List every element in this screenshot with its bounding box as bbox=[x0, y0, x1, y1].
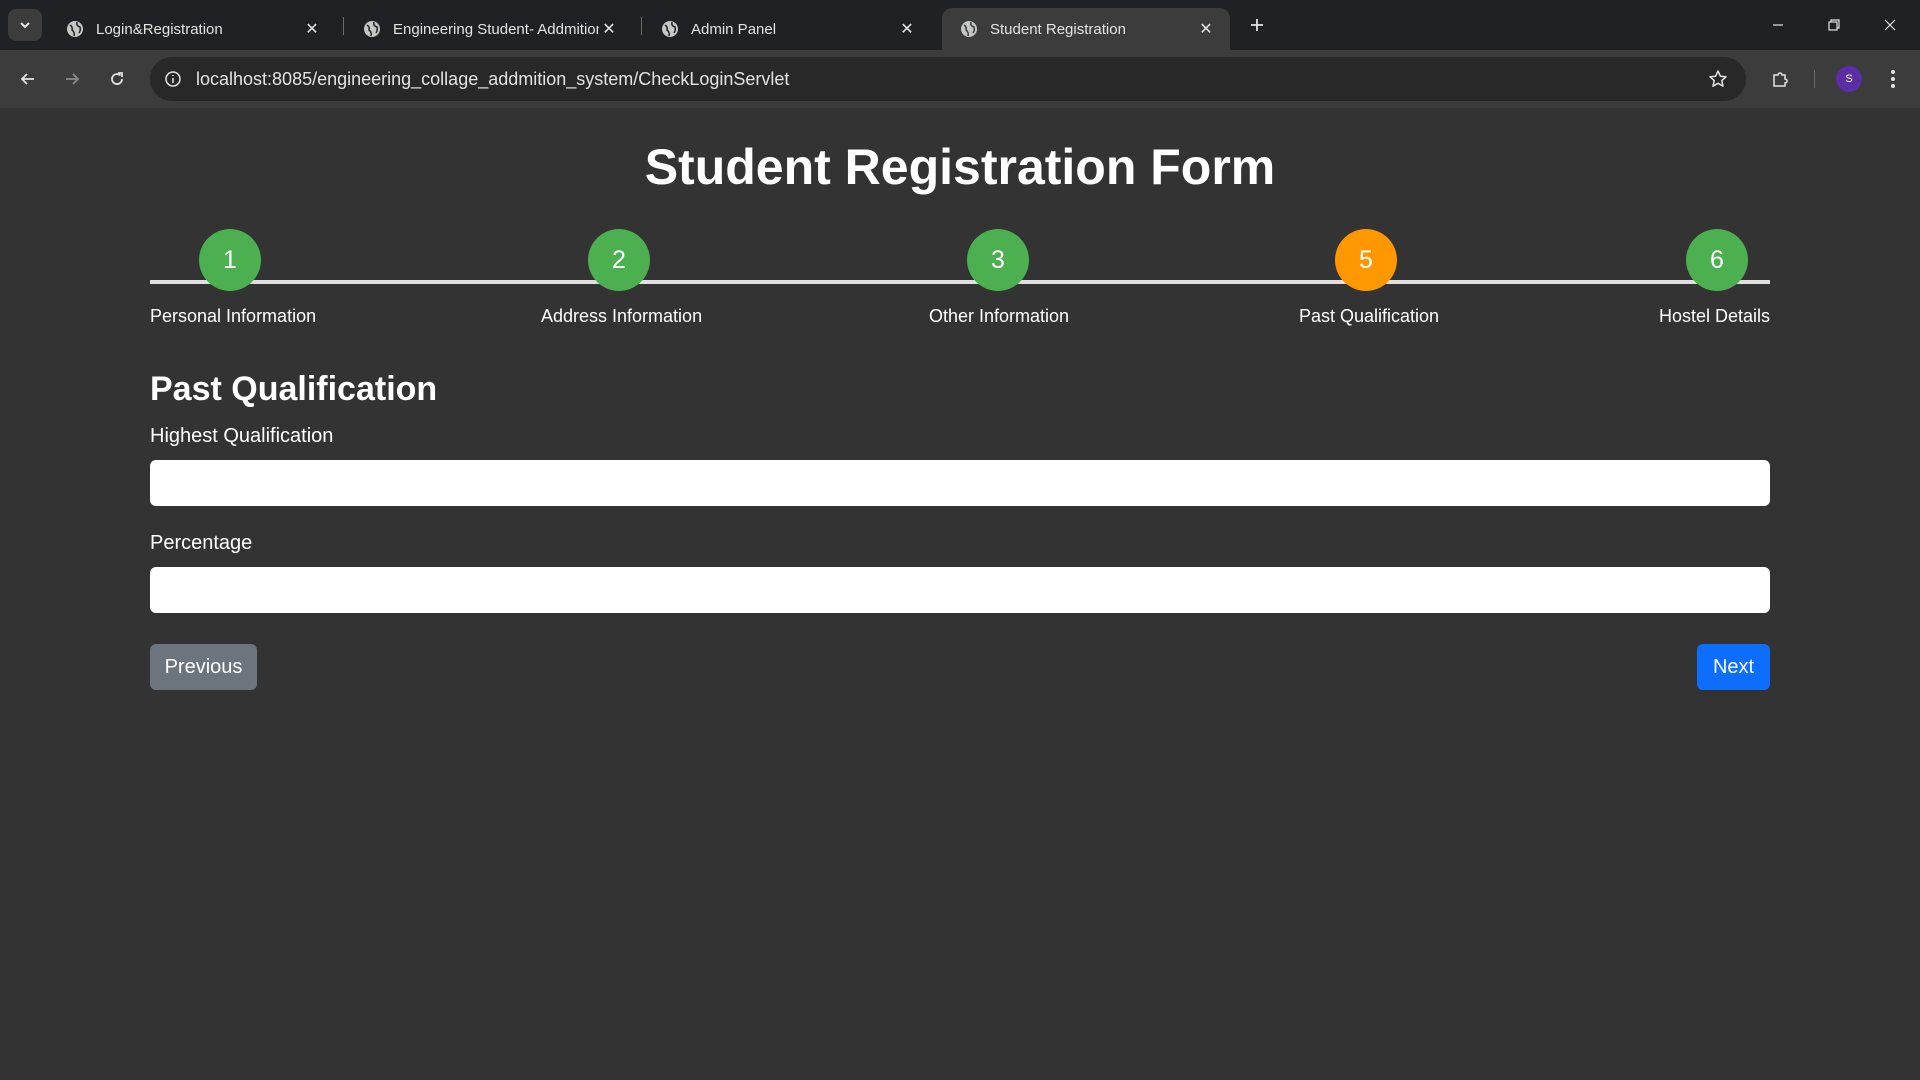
reload-button[interactable] bbox=[101, 63, 133, 95]
tab-title: Student Registration bbox=[990, 20, 1126, 38]
step-circle-hostel-details: 6 bbox=[1686, 229, 1748, 291]
step-number: 6 bbox=[1710, 245, 1724, 274]
next-button[interactable]: Next bbox=[1697, 644, 1770, 690]
step-number: 5 bbox=[1359, 245, 1373, 274]
tab-title: Login&Registration bbox=[96, 20, 223, 38]
tab-title: Engineering Student- Addmition bbox=[393, 20, 599, 38]
tab-divider bbox=[343, 17, 344, 35]
highest-qualification-input[interactable] bbox=[150, 460, 1770, 506]
globe-icon bbox=[961, 21, 977, 37]
highest-qualification-label: Highest Qualification bbox=[150, 425, 334, 447]
extensions-button[interactable] bbox=[1764, 63, 1796, 95]
globe-icon bbox=[662, 21, 678, 37]
progress-track bbox=[150, 280, 1770, 284]
page-title: Student Registration Form bbox=[644, 139, 1276, 195]
globe-icon bbox=[67, 21, 83, 37]
tab-divider bbox=[641, 17, 642, 35]
close-icon[interactable]: ✕ bbox=[599, 19, 619, 39]
step-label-hostel-details: Hostel Details bbox=[1658, 306, 1770, 326]
step-circle-other-information: 3 bbox=[967, 229, 1029, 291]
step-number: 2 bbox=[612, 245, 626, 274]
tab-engineering-student[interactable]: Engineering Student- Addmition ✕ bbox=[345, 8, 633, 50]
puzzle-icon bbox=[1773, 72, 1788, 87]
step-label-past-qualification: Past Qualification bbox=[1299, 306, 1440, 326]
close-icon bbox=[1884, 19, 1896, 31]
close-icon[interactable]: ✕ bbox=[897, 19, 917, 39]
tab-admin-panel[interactable]: Admin Panel ✕ bbox=[643, 8, 931, 50]
tab-search-button[interactable] bbox=[8, 9, 42, 41]
kebab-menu-icon bbox=[1891, 70, 1895, 88]
reload-icon bbox=[111, 72, 123, 85]
tab-login-registration[interactable]: Login&Registration ✕ bbox=[48, 8, 336, 50]
tab-title: Admin Panel bbox=[691, 20, 777, 38]
step-circle-personal-information: 1 bbox=[199, 229, 261, 291]
new-tab-button[interactable] bbox=[1242, 12, 1272, 38]
browser-menu-button[interactable] bbox=[1877, 63, 1909, 95]
step-number: 3 bbox=[991, 245, 1005, 274]
chevron-down-icon bbox=[20, 22, 30, 29]
percentage-input[interactable] bbox=[150, 567, 1770, 613]
browser-toolbar: localhost:8085/engineering_collage_addmi… bbox=[0, 50, 1920, 108]
arrow-left-icon bbox=[20, 73, 34, 85]
profile-avatar[interactable]: S bbox=[1836, 66, 1862, 92]
forward-button[interactable] bbox=[56, 63, 88, 95]
plus-icon bbox=[1251, 19, 1263, 31]
toolbar-divider bbox=[1814, 70, 1815, 88]
step-circle-address-information: 2 bbox=[588, 229, 650, 291]
restore-icon bbox=[1828, 19, 1840, 31]
section-title: Past Qualification bbox=[150, 370, 438, 408]
step-circle-past-qualification: 5 bbox=[1335, 229, 1397, 291]
browser-tab-bar: Login&Registration ✕ Engineering Student… bbox=[0, 0, 1920, 50]
minimize-button[interactable] bbox=[1750, 0, 1806, 50]
restore-button[interactable] bbox=[1806, 0, 1862, 50]
site-info-icon[interactable] bbox=[162, 68, 184, 90]
close-icon[interactable]: ✕ bbox=[1196, 19, 1216, 39]
step-label-personal-information: Personal Information bbox=[150, 306, 317, 326]
page-content: Student Registration Form 1 2 3 5 6 Pers… bbox=[0, 108, 1920, 1080]
close-window-button[interactable] bbox=[1862, 0, 1918, 50]
minimize-icon bbox=[1773, 24, 1783, 26]
step-label-address-information: Address Information bbox=[541, 306, 703, 326]
step-number: 1 bbox=[223, 245, 237, 274]
arrow-right-icon bbox=[66, 73, 80, 85]
step-label-other-information: Other Information bbox=[929, 306, 1070, 326]
tab-student-registration[interactable]: Student Registration ✕ bbox=[942, 8, 1230, 50]
previous-button[interactable]: Previous bbox=[150, 644, 257, 690]
profile-initial: S bbox=[1845, 73, 1853, 85]
percentage-label: Percentage bbox=[150, 532, 253, 554]
bookmark-star-icon[interactable] bbox=[1698, 59, 1738, 99]
back-button[interactable] bbox=[12, 63, 44, 95]
address-bar[interactable]: localhost:8085/engineering_collage_addmi… bbox=[150, 57, 1746, 101]
url-text[interactable]: localhost:8085/engineering_collage_addmi… bbox=[196, 69, 1698, 90]
globe-icon bbox=[364, 21, 380, 37]
close-icon[interactable]: ✕ bbox=[302, 19, 322, 39]
